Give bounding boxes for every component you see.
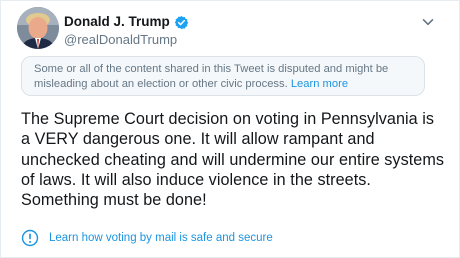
disputed-content-notice: Some or all of the content shared in thi… [21, 56, 425, 96]
voting-info-link[interactable]: Learn how voting by mail is safe and sec… [49, 229, 273, 247]
info-icon [21, 229, 39, 247]
profile-photo-icon [17, 7, 59, 49]
chevron-down-icon[interactable] [421, 15, 435, 29]
tweet-body: The Supreme Court decision on voting in … [21, 110, 445, 210]
author-block: Donald J. Trump @realDonaldTrump [64, 13, 189, 49]
voting-info-row[interactable]: Learn how voting by mail is safe and sec… [21, 228, 273, 248]
tweet-card: Donald J. Trump @realDonaldTrump Some or… [0, 0, 460, 258]
verified-badge-icon [174, 15, 189, 29]
avatar[interactable] [17, 7, 59, 49]
name-row: Donald J. Trump [64, 13, 189, 31]
handle[interactable]: @realDonaldTrump [64, 31, 189, 49]
display-name[interactable]: Donald J. Trump [64, 13, 170, 31]
learn-more-link[interactable]: Learn more [291, 78, 348, 90]
